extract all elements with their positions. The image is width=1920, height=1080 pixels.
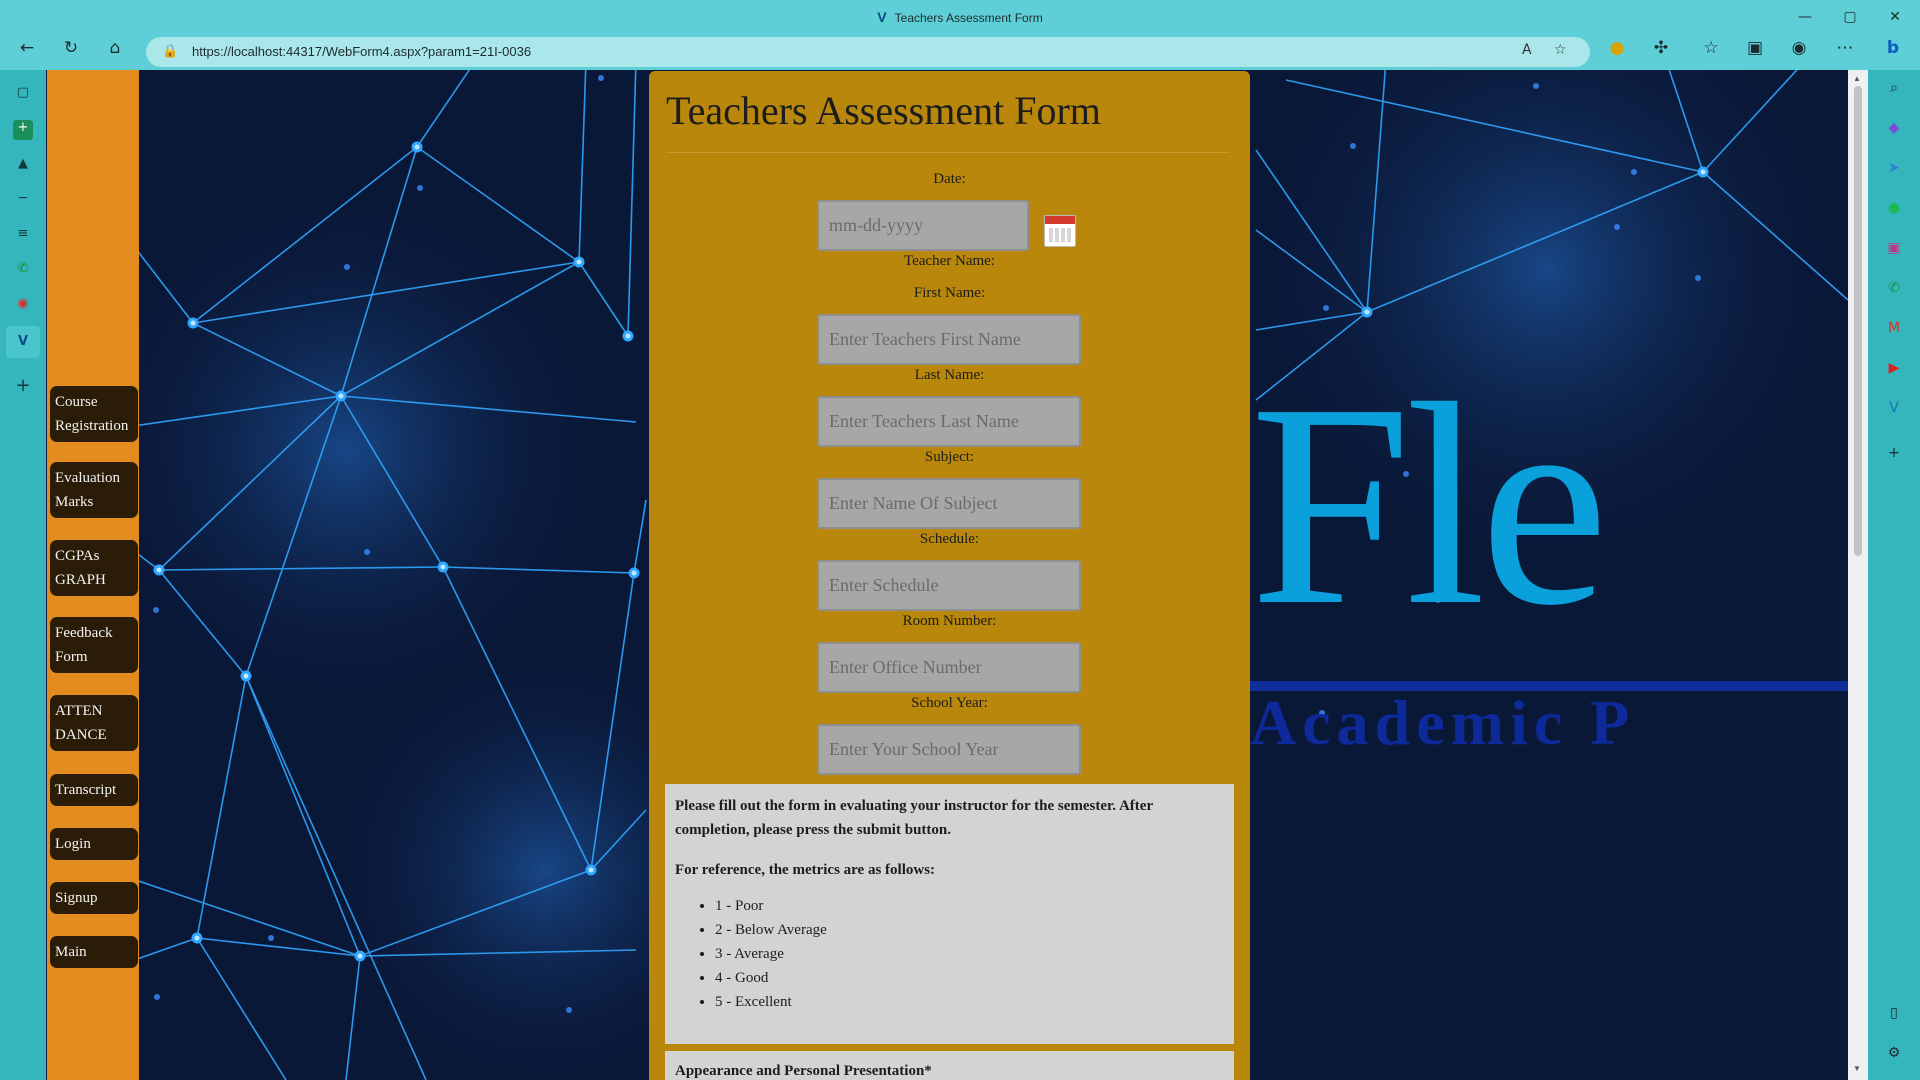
tab-active-app-icon[interactable]: V bbox=[6, 326, 40, 358]
metric-item: 1 - Poor bbox=[715, 894, 1224, 918]
tab-actions-icon[interactable]: ▢ bbox=[13, 85, 33, 105]
extensions-puzzle-icon[interactable]: ✣ bbox=[1646, 38, 1676, 66]
telegram-icon[interactable]: ➤ bbox=[1884, 160, 1904, 180]
instructions-text: Please fill out the form in evaluating y… bbox=[675, 798, 1153, 838]
subject-label: Subject: bbox=[924, 449, 975, 465]
room-number-input[interactable] bbox=[817, 642, 1081, 693]
nav-login[interactable]: Login bbox=[50, 828, 138, 860]
scroll-down-icon[interactable]: ▼ bbox=[1853, 1064, 1861, 1073]
page-scrollbar[interactable]: ▲ ▼ bbox=[1848, 70, 1868, 1080]
metrics-list: 1 - Poor 2 - Below Average 3 - Average 4… bbox=[715, 894, 1224, 1014]
last-name-input[interactable] bbox=[817, 396, 1081, 447]
scrollbar-thumb[interactable] bbox=[1854, 86, 1862, 556]
bing-copilot-icon[interactable]: b bbox=[1878, 38, 1908, 66]
metrics-reference-text: For reference, the metrics are as follow… bbox=[675, 862, 936, 878]
profile-avatar-icon[interactable]: ◉ bbox=[1784, 38, 1814, 66]
first-name-label: First Name: bbox=[913, 285, 986, 301]
window-title-text: Teachers Assessment Form bbox=[894, 11, 1043, 25]
background-logo-text: Fle bbox=[1250, 344, 1609, 665]
tab-app-icon[interactable]: + bbox=[13, 120, 33, 140]
app-logo-icon: V bbox=[877, 9, 887, 25]
form-title: Teachers Assessment Form bbox=[666, 88, 1101, 133]
youtube-icon[interactable]: ▶ bbox=[1884, 360, 1904, 380]
tab-faded-icon[interactable]: ≡ bbox=[13, 226, 33, 246]
browser-toolbar: ← ↻ ⌂ 🔒 https://localhost:44317/WebForm4… bbox=[0, 34, 1920, 70]
copilot-icon[interactable]: ◆ bbox=[1884, 120, 1904, 140]
subject-input[interactable] bbox=[817, 478, 1081, 529]
teacher-name-label: Teacher Name: bbox=[904, 253, 995, 269]
schedule-input[interactable] bbox=[817, 560, 1081, 611]
school-year-label: School Year: bbox=[911, 695, 988, 711]
more-menu-icon[interactable]: ⋯ bbox=[1830, 38, 1860, 66]
instagram-icon[interactable]: ▣ bbox=[1884, 240, 1904, 260]
date-label: Date: bbox=[933, 171, 966, 187]
first-name-input[interactable] bbox=[817, 314, 1081, 365]
back-icon[interactable]: ← bbox=[12, 38, 42, 66]
hide-sidebar-icon[interactable]: ▯ bbox=[1884, 1005, 1904, 1025]
favorite-star-icon[interactable]: ☆ bbox=[1554, 42, 1567, 58]
window-title: V Teachers Assessment Form bbox=[0, 9, 1920, 25]
scroll-up-icon[interactable]: ▲ bbox=[1853, 74, 1861, 83]
metric-item: 5 - Excellent bbox=[715, 990, 1224, 1014]
nav-signup[interactable]: Signup bbox=[50, 882, 138, 914]
browser-vertical-tabs: ▢ + ▲ ─ ≡ ✆ ◉ V + bbox=[0, 70, 46, 1080]
favorites-icon[interactable]: ☆ bbox=[1696, 38, 1726, 66]
page-viewport: Fle Academic P Course Registration Evalu… bbox=[46, 70, 1848, 1080]
section-heading-appearance: Appearance and Personal Presentation* bbox=[665, 1051, 1234, 1080]
extension-icon[interactable]: ● bbox=[1602, 38, 1632, 66]
whatsapp-icon[interactable]: ✆ bbox=[1884, 280, 1904, 300]
tab-drive-icon[interactable]: ▲ bbox=[13, 156, 33, 176]
maximize-button[interactable]: ▢ bbox=[1830, 5, 1870, 29]
tab-faded-icon[interactable]: ─ bbox=[13, 191, 33, 211]
room-number-label: Room Number: bbox=[902, 613, 997, 629]
gmail-icon[interactable]: M bbox=[1884, 320, 1904, 340]
collections-icon[interactable]: ▣ bbox=[1740, 38, 1770, 66]
minimize-button[interactable]: — bbox=[1785, 5, 1825, 29]
background-logo-subtext: Academic P bbox=[1250, 687, 1636, 758]
nav-cgpas-graph[interactable]: CGPAs GRAPH bbox=[50, 540, 138, 596]
assessment-form-card: Teachers Assessment Form Date: Teacher N… bbox=[649, 71, 1250, 1080]
nav-feedback-form[interactable]: Feedback Form bbox=[50, 617, 138, 673]
browser-side-panel: ⌕ ◆ ➤ ● ▣ ✆ M ▶ V + ▯ ⚙ bbox=[1868, 70, 1920, 1080]
home-icon[interactable]: ⌂ bbox=[100, 38, 130, 66]
url-text[interactable]: https://localhost:44317/WebForm4.aspx?pa… bbox=[192, 44, 531, 59]
school-year-input[interactable] bbox=[817, 724, 1081, 775]
sidebar-settings-icon[interactable]: ⚙ bbox=[1884, 1045, 1904, 1065]
close-button[interactable]: ✕ bbox=[1875, 5, 1915, 29]
metric-item: 3 - Average bbox=[715, 942, 1224, 966]
add-sidebar-app-icon[interactable]: + bbox=[1884, 445, 1904, 465]
nav-main[interactable]: Main bbox=[50, 936, 138, 968]
metric-item: 2 - Below Average bbox=[715, 918, 1224, 942]
window-titlebar: V Teachers Assessment Form — ▢ ✕ bbox=[0, 0, 1920, 34]
nav-evaluation-marks[interactable]: Evaluation Marks bbox=[50, 462, 138, 518]
refresh-icon[interactable]: ↻ bbox=[56, 38, 86, 66]
instructions-panel: Please fill out the form in evaluating y… bbox=[665, 784, 1234, 1044]
site-nav: Course Registration Evaluation Marks CGP… bbox=[47, 70, 139, 1080]
spotify-icon[interactable]: ● bbox=[1884, 200, 1904, 220]
last-name-label: Last Name: bbox=[914, 367, 985, 383]
new-tab-icon[interactable]: + bbox=[13, 375, 33, 396]
address-bar[interactable]: 🔒 https://localhost:44317/WebForm4.aspx?… bbox=[146, 37, 1590, 67]
search-icon[interactable]: ⌕ bbox=[1884, 80, 1904, 100]
read-aloud-icon[interactable]: A bbox=[1522, 42, 1532, 58]
lock-icon: 🔒 bbox=[162, 43, 179, 58]
nav-course-registration[interactable]: Course Registration bbox=[50, 386, 138, 442]
nav-attendance[interactable]: ATTEN DANCE bbox=[50, 695, 138, 751]
tab-whatsapp-icon[interactable]: ✆ bbox=[13, 261, 33, 281]
title-divider bbox=[666, 152, 1230, 153]
tab-record-icon[interactable]: ◉ bbox=[13, 296, 33, 316]
nav-transcript[interactable]: Transcript bbox=[50, 774, 138, 806]
schedule-label: Schedule: bbox=[919, 531, 980, 547]
metric-item: 4 - Good bbox=[715, 966, 1224, 990]
date-input[interactable] bbox=[817, 200, 1029, 251]
app-shortcut-icon[interactable]: V bbox=[1884, 400, 1904, 420]
calendar-icon[interactable] bbox=[1044, 215, 1076, 247]
